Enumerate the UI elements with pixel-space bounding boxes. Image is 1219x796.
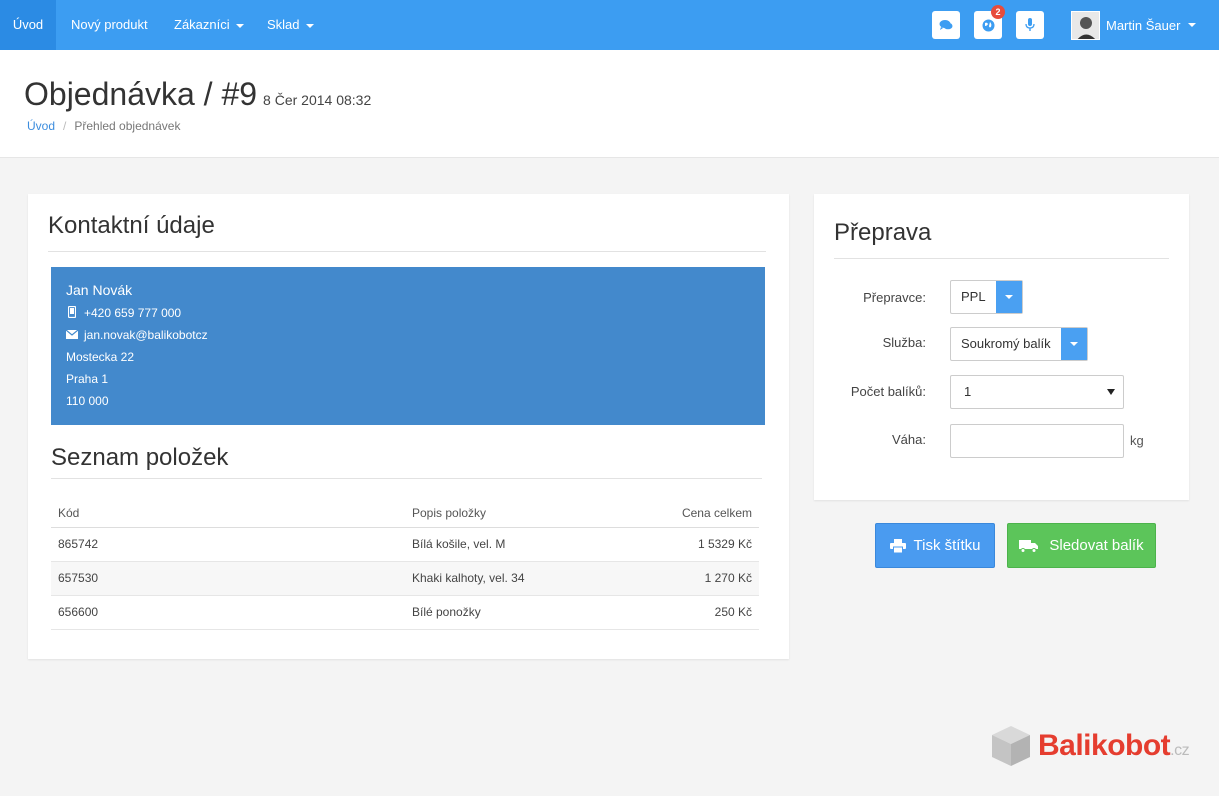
contact-heading: Kontaktní údaje <box>48 212 215 239</box>
column-header-description: Popis položky <box>405 499 618 528</box>
caret-down-icon <box>1107 389 1115 395</box>
shipping-heading: Přeprava <box>834 219 932 246</box>
carrier-dropdown-toggle[interactable] <box>995 281 1022 313</box>
truck-icon <box>1019 539 1039 553</box>
table-row: 865742 Bílá košile, vel. M 1 5329 Kč <box>51 527 759 562</box>
nav-item-home[interactable]: Úvod <box>0 0 56 50</box>
table-row: 656600 Bílé ponožky 250 Kč <box>51 595 759 630</box>
print-label-button[interactable]: Tisk štítku <box>875 523 995 568</box>
contact-zip: 110 000 <box>66 394 109 408</box>
avatar <box>1071 10 1100 40</box>
notifications-button[interactable]: 2 <box>974 5 1005 39</box>
balikobot-logo: Balikobot.cz <box>990 724 1190 768</box>
packages-select[interactable]: 1 <box>950 375 1124 409</box>
messages-button[interactable] <box>932 11 960 39</box>
user-menu[interactable]: Martin Šauer <box>1071 10 1197 40</box>
carrier-select[interactable]: PPL <box>950 280 1023 314</box>
top-navbar: Úvod Nový produkt Zákazníci Sklad 2 Mart… <box>0 0 1219 50</box>
contact-email-row: jan.novak@balikobotcz <box>65 328 208 342</box>
items-table: Kód Popis položky Cena celkem 865742 Bíl… <box>51 499 759 630</box>
logo-tld: .cz <box>1170 742 1190 759</box>
track-package-button[interactable]: Sledovat balík <box>1007 523 1156 568</box>
breadcrumb-home[interactable]: Úvod <box>27 119 55 133</box>
breadcrumb-current: Přehled objednávek <box>74 119 181 133</box>
nav-item-customers[interactable]: Zákazníci <box>174 0 244 50</box>
page-title: Objednávka / #9 8 Čer 2014 08:32 <box>24 76 371 113</box>
nav-item-warehouse-label: Sklad <box>267 17 300 32</box>
chevron-down-icon <box>1188 23 1197 27</box>
chevron-down-icon <box>1004 295 1013 299</box>
service-value: Soukromý balík <box>961 336 1051 351</box>
order-panel: Kontaktní údaje Jan Novák +420 659 777 0… <box>28 194 789 659</box>
packages-value: 1 <box>964 384 972 399</box>
divider <box>48 251 766 252</box>
carrier-label: Přepravce: <box>863 290 926 305</box>
voice-button[interactable] <box>1016 11 1044 39</box>
nav-item-warehouse[interactable]: Sklad <box>267 0 314 50</box>
page-title-text: Objednávka / #9 <box>24 76 258 112</box>
item-code: 657530 <box>51 561 405 596</box>
item-code: 865742 <box>51 527 405 562</box>
globe-icon <box>982 19 994 31</box>
contact-phone-row: +420 659 777 000 <box>66 305 182 320</box>
packages-label: Počet balíků: <box>850 384 926 399</box>
comments-icon <box>939 20 953 30</box>
mobile-phone-icon <box>67 305 77 319</box>
service-dropdown-toggle[interactable] <box>1060 328 1087 360</box>
divider <box>834 258 1169 259</box>
chevron-down-icon <box>235 23 244 28</box>
envelope-icon <box>65 329 79 339</box>
weight-unit: kg <box>1130 433 1144 448</box>
column-header-total: Cena celkem <box>617 499 759 528</box>
service-label: Služba: <box>882 335 926 350</box>
user-name: Martin Šauer <box>1106 17 1181 33</box>
microphone-icon <box>1025 18 1035 31</box>
item-price: 1 270 Kč <box>617 561 759 596</box>
item-code: 656600 <box>51 595 405 630</box>
contact-name: Jan Novák <box>66 282 133 298</box>
contact-city: Praha 1 <box>66 372 109 386</box>
contact-phone: +420 659 777 000 <box>84 306 182 320</box>
order-date: 8 Čer 2014 08:32 <box>263 92 372 108</box>
contact-street: Mostecka 22 <box>66 350 135 364</box>
chevron-down-icon <box>1069 342 1078 346</box>
notification-badge: 2 <box>991 5 1005 19</box>
logo-text: Balikobot.cz <box>1038 729 1190 763</box>
breadcrumb-separator: / <box>63 119 67 133</box>
logo-name: Balikobot <box>1038 729 1171 762</box>
divider <box>51 478 762 479</box>
printer-icon <box>889 538 906 553</box>
item-price: 250 Kč <box>617 595 759 630</box>
column-header-code: Kód <box>51 499 405 528</box>
item-price: 1 5329 Kč <box>617 527 759 562</box>
breadcrumb: Úvod / Přehled objednávek <box>27 119 180 133</box>
carrier-value: PPL <box>961 289 986 304</box>
item-description: Bílé ponožky <box>405 595 618 630</box>
table-row: 657530 Khaki kalhoty, vel. 34 1 270 Kč <box>51 561 759 596</box>
print-label-text: Tisk štítku <box>913 537 981 554</box>
contact-email: jan.novak@balikobotcz <box>84 328 208 342</box>
items-heading: Seznam položek <box>51 444 229 471</box>
service-select[interactable]: Soukromý balík <box>950 327 1088 361</box>
chevron-down-icon <box>305 23 314 28</box>
nav-item-new-product[interactable]: Nový produkt <box>71 0 148 50</box>
item-description: Khaki kalhoty, vel. 34 <box>405 561 618 596</box>
table-header-row: Kód Popis položky Cena celkem <box>51 499 759 528</box>
weight-label: Váha: <box>892 432 926 447</box>
weight-input[interactable] <box>950 424 1124 458</box>
shipping-panel: Přeprava Přepravce: PPL Služba: Soukromý… <box>814 194 1189 500</box>
item-description: Bílá košile, vel. M <box>405 527 618 562</box>
page-header: Objednávka / #9 8 Čer 2014 08:32 Úvod / Pře… <box>0 50 1219 158</box>
track-package-text: Sledovat balík <box>1049 537 1144 554</box>
nav-item-customers-label: Zákazníci <box>174 17 230 32</box>
contact-card: Jan Novák +420 659 777 000 jan.novak@bal… <box>51 267 765 425</box>
box-logo-icon <box>992 726 1030 766</box>
